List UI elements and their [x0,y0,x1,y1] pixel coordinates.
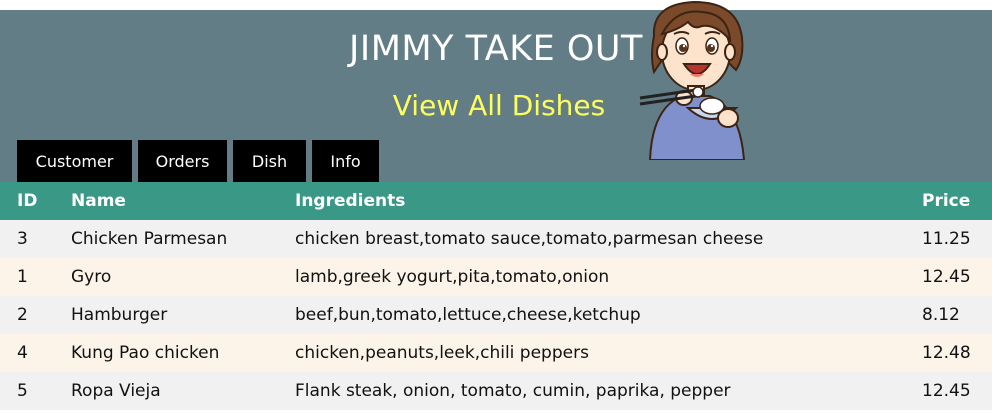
site-title: JIMMY TAKE OUT [349,29,643,69]
dish-ingredients: lamb,greek yogurt,pita,tomato,onion [295,267,610,287]
nav-info-button[interactable]: Info [312,140,379,182]
table-row[interactable]: 4 Kung Pao chicken chicken,peanuts,leek,… [0,334,992,372]
chef-eating-rice-icon [639,0,746,160]
dishes-table: ID Name Ingredients Price 3 Chicken Parm… [0,182,992,410]
column-header-id[interactable]: ID [17,182,37,220]
dish-name: Gyro [71,267,112,287]
table-row[interactable]: 2 Hamburger beef,bun,tomato,lettuce,chee… [0,296,992,334]
nav-dish-button[interactable]: Dish [233,140,306,182]
column-header-price[interactable]: Price [922,182,970,220]
dish-price: 11.25 [922,229,971,249]
nav-orders-button[interactable]: Orders [138,140,227,182]
column-header-ingredients[interactable]: Ingredients [295,182,405,220]
dish-name: Chicken Parmesan [71,229,228,249]
table-header-row: ID Name Ingredients Price [0,182,992,220]
dish-ingredients: beef,bun,tomato,lettuce,cheese,ketchup [295,305,641,325]
dish-name: Ropa Vieja [71,381,161,401]
dish-ingredients: chicken breast,tomato sauce,tomato,parme… [295,229,764,249]
dish-ingredients: Flank steak, onion, tomato, cumin, papri… [295,381,731,401]
dish-id: 2 [17,305,28,325]
nav-customer-button[interactable]: Customer [17,140,132,182]
dish-id: 1 [17,267,28,287]
dish-price: 12.45 [922,267,971,287]
table-row[interactable]: 1 Gyro lamb,greek yogurt,pita,tomato,oni… [0,258,992,296]
dish-name: Kung Pao chicken [71,343,220,363]
table-row[interactable]: 3 Chicken Parmesan chicken breast,tomato… [0,220,992,258]
dish-id: 4 [17,343,28,363]
dish-id: 3 [17,229,28,249]
dish-price: 8.12 [922,305,960,325]
dish-id: 5 [17,381,28,401]
dish-name: Hamburger [71,305,168,325]
dish-ingredients: chicken,peanuts,leek,chili peppers [295,343,589,363]
site-header: JIMMY TAKE OUT View All Dishes Customer … [0,10,992,182]
dish-price: 12.45 [922,381,971,401]
table-row[interactable]: 5 Ropa Vieja Flank steak, onion, tomato,… [0,372,992,410]
dish-price: 12.48 [922,343,971,363]
main-nav: Customer Orders Dish Info [17,140,379,182]
column-header-name[interactable]: Name [71,182,126,220]
page-subtitle: View All Dishes [392,89,606,122]
